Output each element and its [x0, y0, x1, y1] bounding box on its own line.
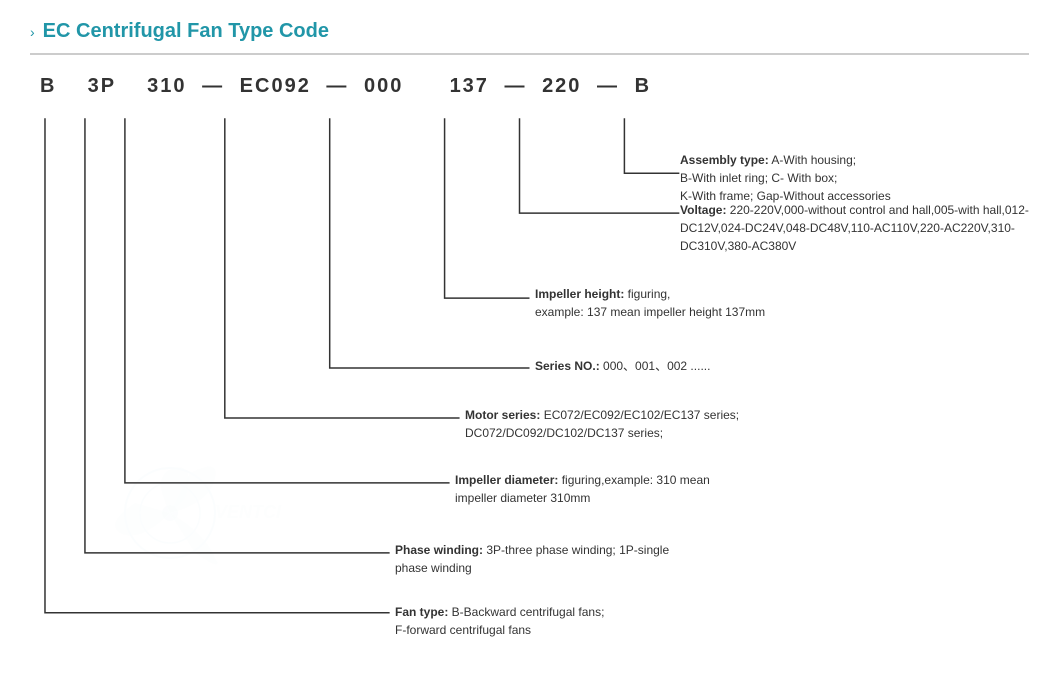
- code-space1: [64, 75, 79, 98]
- page-title: EC Centrifugal Fan Type Code: [43, 20, 329, 43]
- code-B2: B: [635, 75, 651, 98]
- voltage-label: Voltage: 220-220V,000-without control an…: [680, 203, 1029, 253]
- code-000: 000: [364, 75, 403, 98]
- annotation-impeller-diameter: Impeller diameter: figuring,example: 310…: [455, 471, 815, 507]
- watermark: VENTCI: [110, 453, 310, 573]
- code-220: 220: [542, 75, 581, 98]
- series-label: Series NO.: 000、001、002 ......: [535, 359, 710, 373]
- code-310: 310: [147, 75, 186, 98]
- divider: [30, 53, 1029, 55]
- title-section: › EC Centrifugal Fan Type Code: [30, 20, 1029, 43]
- annotation-series: Series NO.: 000、001、002 ......: [535, 357, 915, 375]
- code-dash4: —: [589, 75, 626, 98]
- annotation-fan-type: Fan type: B-Backward centrifugal fans;F-…: [395, 603, 755, 639]
- type-code-row: B 3P 310 — EC092 — 000 137 — 220 — B: [30, 75, 1029, 98]
- impeller-diameter-label: Impeller diameter: figuring,example: 310…: [455, 473, 710, 505]
- motor-label: Motor series: EC072/EC092/EC102/EC137 se…: [465, 408, 739, 440]
- svg-text:VENTCI: VENTCI: [215, 502, 282, 522]
- code-space3: [411, 75, 441, 98]
- annotation-phase: Phase winding: 3P-three phase winding; 1…: [395, 541, 755, 577]
- code-space2: [124, 75, 139, 98]
- assembly-label: Assembly type: A-With housing;B-With inl…: [680, 153, 891, 203]
- phase-label: Phase winding: 3P-three phase winding; 1…: [395, 543, 669, 575]
- code-3P: 3P: [88, 75, 116, 98]
- code-B: B: [40, 75, 56, 98]
- diagram-area: VENTCI Assembly type: A: [30, 113, 1029, 673]
- page-container: › EC Centrifugal Fan Type Code B 3P 310 …: [0, 0, 1059, 668]
- code-137: 137: [450, 75, 489, 98]
- annotation-motor: Motor series: EC072/EC092/EC102/EC137 se…: [465, 406, 865, 442]
- impeller-height-label: Impeller height: figuring,example: 137 m…: [535, 287, 765, 319]
- annotation-voltage: Voltage: 220-220V,000-without control an…: [680, 201, 1050, 255]
- annotation-impeller-height: Impeller height: figuring,example: 137 m…: [535, 285, 915, 321]
- code-dash1: —: [195, 75, 232, 98]
- fan-type-label: Fan type: B-Backward centrifugal fans;F-…: [395, 605, 604, 637]
- annotation-assembly: Assembly type: A-With housing;B-With inl…: [680, 151, 1050, 205]
- code-EC092: EC092: [240, 75, 311, 98]
- code-dash2: —: [319, 75, 356, 98]
- code-dash3: —: [497, 75, 534, 98]
- title-arrow: ›: [30, 24, 35, 40]
